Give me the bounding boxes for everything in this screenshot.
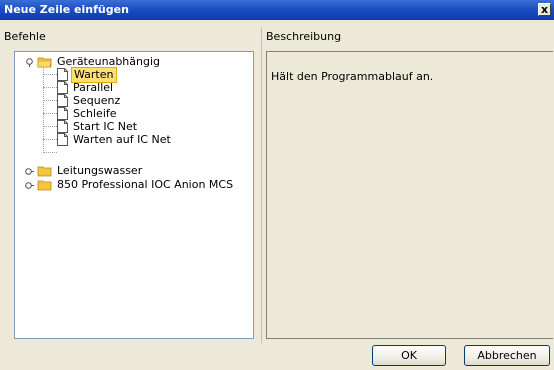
- close-button[interactable]: x: [538, 3, 551, 16]
- tree-node-label: Start IC Net: [73, 120, 138, 133]
- tree-node-label: Parallel: [73, 81, 114, 94]
- commands-label: Befehle: [4, 30, 46, 43]
- splitter[interactable]: [261, 27, 262, 343]
- window-title: Neue Zeile einfügen: [4, 3, 129, 16]
- expanded-pin-icon[interactable]: [25, 58, 34, 67]
- document-icon: [57, 68, 68, 81]
- document-icon: [57, 107, 68, 120]
- ok-button[interactable]: OK: [372, 345, 446, 366]
- tree-node-label: Sequenz: [73, 94, 121, 107]
- tree-connector: [43, 87, 57, 88]
- tree-connector: [43, 126, 57, 127]
- folder-open-icon: [37, 57, 52, 68]
- tree-connector: [43, 74, 57, 75]
- tree-connector: [43, 100, 57, 101]
- folder-icon: [37, 166, 52, 177]
- collapsed-pin-icon[interactable]: [25, 167, 34, 176]
- document-icon: [57, 133, 68, 146]
- tree-connector: [43, 152, 57, 153]
- tree-node-label: Leitungswasser: [57, 164, 143, 177]
- folder-icon: [37, 180, 52, 191]
- tree-connector: [43, 113, 57, 114]
- insert-row-dialog: Neue Zeile einfügen x Befehle Beschreibu…: [0, 0, 554, 370]
- document-icon: [57, 81, 68, 94]
- document-icon: [57, 120, 68, 133]
- collapsed-pin-icon[interactable]: [25, 181, 34, 190]
- description-text: Hält den Programmablauf an.: [271, 70, 434, 83]
- tree-node-label: Warten auf IC Net: [73, 133, 171, 146]
- title-bar[interactable]: Neue Zeile einfügen x: [0, 0, 554, 20]
- description-label: Beschreibung: [266, 30, 342, 43]
- close-icon: x: [540, 3, 549, 16]
- tree-node-label: Schleife: [73, 107, 117, 120]
- tree-connector: [43, 139, 57, 140]
- description-panel: Hält den Programmablauf an.: [266, 51, 553, 339]
- cancel-button[interactable]: Abbrechen: [464, 345, 550, 366]
- tree-node-label: 850 Professional IOC Anion MCS: [57, 178, 234, 191]
- document-icon: [57, 94, 68, 107]
- command-tree[interactable]: Geräteunabhängig Warten Parallel Sequenz: [14, 51, 254, 339]
